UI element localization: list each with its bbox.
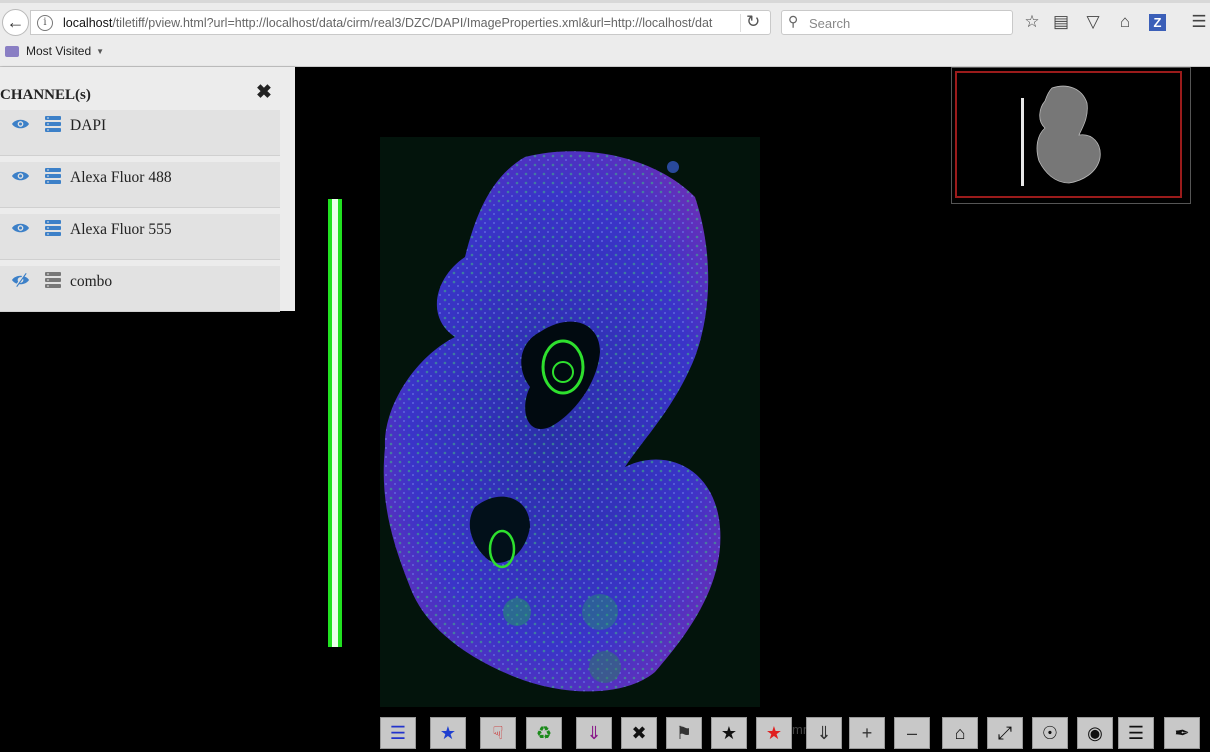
panel-title: CHANNEL(s) [0,87,91,103]
channels-panel: CHANNEL(s) ✖ DAPI Alexa Fluor 488 Alexa … [0,67,295,312]
star-red-icon: ★ [765,722,783,743]
eye-icon[interactable] [11,116,30,132]
zoom-out-icon: – [906,722,917,743]
reload-icon[interactable]: ↻ [746,12,760,32]
zotero-icon[interactable]: Z [1149,14,1166,31]
search-icon: ⚲ [788,13,799,29]
channel-row-combo[interactable]: combo [0,266,280,312]
pocket-icon[interactable]: ▽ [1082,11,1104,33]
folder-icon [5,45,19,57]
download-circle-icon: ⇓ [586,722,602,743]
bookmark-label: Most Visited [26,44,92,58]
channel-row-alexa-555[interactable]: Alexa Fluor 555 [0,214,280,260]
channel-name: DAPI [70,117,107,134]
url-host: localhost [63,16,113,30]
hand-pointer-icon: ☟ [492,722,504,743]
search-placeholder: Search [809,16,851,31]
download-circle-button[interactable]: ⇓ [576,717,612,749]
url-bar[interactable]: i localhost/tiletiff/pview.html?url=http… [30,10,771,35]
star-red-button[interactable]: ★ [756,717,792,749]
minimap-thumbnail [1021,85,1101,186]
chevron-down-icon: ▼ [96,46,105,56]
download-icon: ⇓ [816,722,832,743]
star-icon: ★ [439,722,457,743]
layers-icon[interactable] [45,116,61,132]
eye-button[interactable]: ◉ [1077,717,1113,749]
download-button[interactable]: ⇓ [806,717,842,749]
eye-icon[interactable] [11,168,30,184]
hamburger-menu-icon[interactable]: ☰ [1188,11,1210,33]
bookmark-most-visited[interactable]: Most Visited ▼ [5,44,104,58]
star-button[interactable]: ★ [430,717,466,749]
browser-chrome: ← i localhost/tiletiff/pview.html?url=ht… [0,0,1210,67]
tab-strip [0,0,1210,3]
channel-name: Alexa Fluor 555 [70,221,172,238]
close-icon[interactable]: ✖ [256,81,272,104]
home-icon: ⌂ [954,722,966,743]
navigator-minimap[interactable] [951,67,1191,204]
channel-row-alexa-488[interactable]: Alexa Fluor 488 [0,162,280,208]
eye-icon: ◉ [1087,722,1103,743]
channel-name: combo [70,273,113,290]
layers-icon: ☰ [389,722,407,743]
star-outline-button[interactable]: ★ [711,717,747,749]
menu-button[interactable]: ☰ [1118,717,1154,749]
layers-icon[interactable] [45,168,61,184]
channel-name: Alexa Fluor 488 [70,169,172,186]
close-button[interactable]: ✖ [621,717,657,749]
search-input[interactable]: ⚲ Search [781,10,1013,35]
reading-list-icon[interactable]: ▤ [1050,11,1072,33]
menu-icon: ☰ [1127,722,1145,743]
eye-icon[interactable] [11,220,30,236]
target-button[interactable]: ☉ [1032,717,1068,749]
back-arrow-icon: ← [6,12,25,32]
recycle-hand-icon: ♻ [535,722,553,743]
zoom-in-icon: + [861,722,873,743]
channel-row-dapi[interactable]: DAPI [0,110,280,156]
site-info-icon[interactable]: i [37,15,53,31]
fullscreen-button[interactable]: ⤢ [987,717,1023,749]
specimen-image [328,137,760,707]
url-path: /tiletiff/pview.html?url=http://localhos… [112,16,713,30]
layers-icon[interactable] [45,272,61,288]
annotate-button[interactable]: ✒ [1164,717,1200,749]
home-icon[interactable]: ⌂ [1114,11,1136,33]
home-button[interactable]: ⌂ [942,717,978,749]
target-icon: ☉ [1041,722,1059,743]
pointer-button[interactable]: ☟ [480,717,516,749]
back-button[interactable]: ← [2,9,29,36]
eye-slash-icon[interactable] [11,272,30,288]
zoom-in-button[interactable]: + [849,717,885,749]
star-outline-icon: ★ [720,722,738,743]
minimap-viewport[interactable] [955,71,1182,198]
layers-button[interactable]: ☰ [380,717,416,749]
url-divider [740,14,741,32]
layers-icon[interactable] [45,220,61,236]
bookmark-star-icon[interactable]: ☆ [1021,11,1043,33]
url-text[interactable]: localhost/tiletiff/pview.html?url=http:/… [63,16,743,30]
close-icon: ✖ [631,722,647,743]
fullscreen-icon: ⤢ [997,722,1013,743]
quill-icon: ✒ [1174,722,1190,743]
zoom-out-button[interactable]: – [894,717,930,749]
recycle-button[interactable]: ♻ [526,717,562,749]
tag-icon: ⚑ [675,722,693,743]
tag-button[interactable]: ⚑ [666,717,702,749]
